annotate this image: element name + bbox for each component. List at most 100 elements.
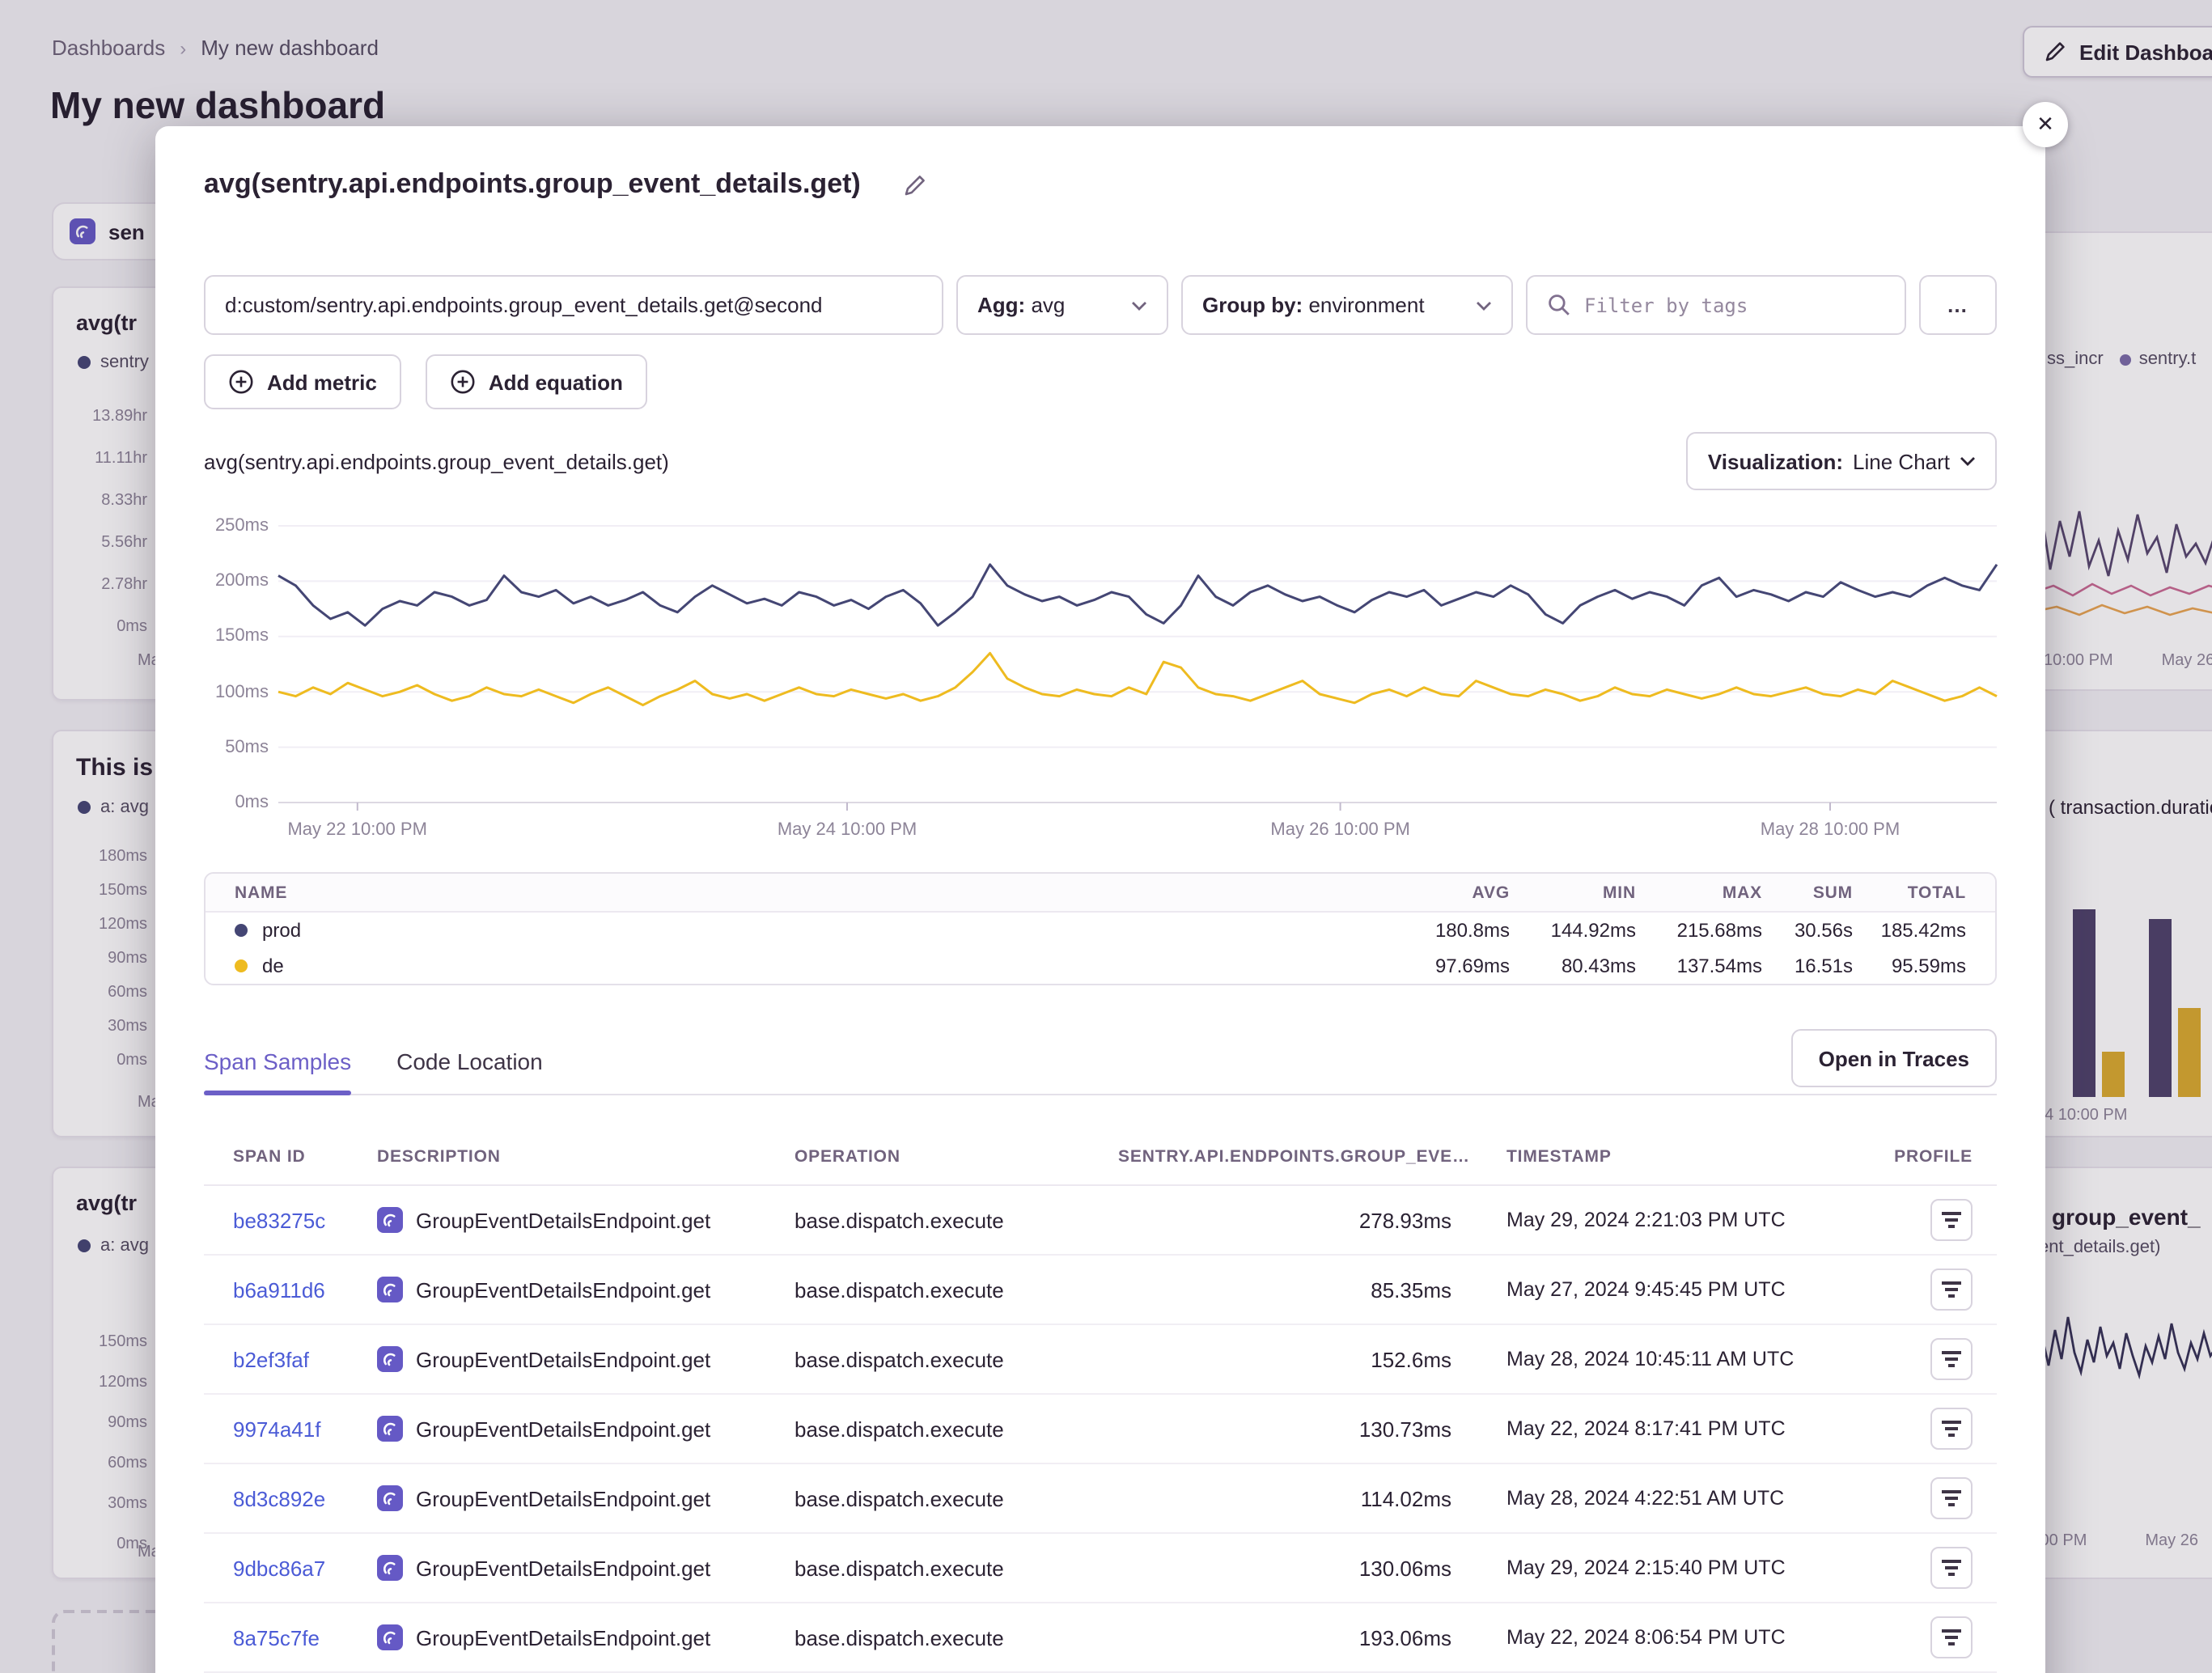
x-axis-label: May 26 10:00 PM — [1270, 820, 1409, 840]
span-description: GroupEventDetailsEndpoint.get — [377, 1624, 795, 1650]
summary-row[interactable]: de97.69ms80.43ms137.54ms16.51s95.59ms — [206, 948, 1995, 984]
metric-query-value: d:custom/sentry.api.endpoints.group_even… — [225, 293, 823, 317]
series-total: 95.59ms — [1853, 955, 1966, 977]
x-axis-label: May 28 10:00 PM — [1761, 820, 1900, 840]
profile-button[interactable] — [1930, 1547, 1973, 1589]
add-metric-button[interactable]: Add metric — [204, 354, 401, 409]
modal-title: avg(sentry.api.endpoints.group_event_det… — [204, 168, 861, 201]
samples-header-row: SPAN ID DESCRIPTION OPERATION SENTRY.API… — [204, 1128, 1997, 1186]
span-operation: base.dispatch.execute — [795, 1208, 1118, 1232]
y-axis-label: 100ms — [204, 682, 269, 701]
span-timestamp: May 27, 2024 9:45:45 PM UTC — [1451, 1278, 1827, 1301]
span-sample-row[interactable]: b6a911d6GroupEventDetailsEndpoint.getbas… — [204, 1256, 1997, 1325]
tab-span-samples[interactable]: Span Samples — [204, 1048, 351, 1094]
chart-series-label: avg(sentry.api.endpoints.group_event_det… — [204, 449, 669, 473]
span-sample-row[interactable]: be83275cGroupEventDetailsEndpoint.getbas… — [204, 1186, 1997, 1256]
sample-tabs: Span Samples Code Location Open in Trace… — [204, 1024, 1997, 1095]
tab-code-location[interactable]: Code Location — [396, 1048, 543, 1094]
span-description: GroupEventDetailsEndpoint.get — [377, 1277, 795, 1302]
summary-row[interactable]: prod180.8ms144.92ms215.68ms30.56s185.42m… — [206, 913, 1995, 948]
chevron-down-icon — [1131, 300, 1147, 310]
series-avg: 97.69ms — [1364, 955, 1510, 977]
span-duration: 152.6ms — [1118, 1347, 1451, 1371]
close-icon[interactable]: ✕ — [2023, 102, 2068, 147]
y-axis-label: 150ms — [204, 627, 269, 646]
span-operation: base.dispatch.execute — [795, 1277, 1118, 1302]
span-duration: 130.73ms — [1118, 1417, 1451, 1441]
profile-button[interactable] — [1930, 1408, 1973, 1450]
metric-query-input[interactable]: d:custom/sentry.api.endpoints.group_even… — [204, 275, 943, 335]
metric-line-chart[interactable]: 250ms200ms150ms100ms50ms0ms May 22 10:00… — [204, 516, 1997, 849]
span-sample-row[interactable]: 8a75c7feGroupEventDetailsEndpoint.getbas… — [204, 1603, 1997, 1673]
open-in-traces-button[interactable]: Open in Traces — [1791, 1029, 1997, 1087]
span-sample-row[interactable]: 9974a41fGroupEventDetailsEndpoint.getbas… — [204, 1395, 1997, 1464]
span-id-link[interactable]: 8d3c892e — [233, 1486, 377, 1510]
span-duration: 130.06ms — [1118, 1556, 1451, 1580]
legend-dot-icon — [235, 959, 248, 972]
span-samples-table: SPAN ID DESCRIPTION OPERATION SENTRY.API… — [204, 1128, 1997, 1673]
metric-details-modal: avg(sentry.api.endpoints.group_event_det… — [155, 126, 2045, 1673]
span-description: GroupEventDetailsEndpoint.get — [377, 1555, 795, 1581]
x-axis-label: May 22 10:00 PM — [287, 820, 426, 840]
span-operation: base.dispatch.execute — [795, 1417, 1118, 1441]
series-name: de — [206, 955, 1364, 977]
span-description: GroupEventDetailsEndpoint.get — [377, 1346, 795, 1372]
add-equation-button[interactable]: Add equation — [426, 354, 647, 409]
span-operation: base.dispatch.execute — [795, 1486, 1118, 1510]
profile-button[interactable] — [1930, 1616, 1973, 1658]
span-sample-row[interactable]: b2ef3fafGroupEventDetailsEndpoint.getbas… — [204, 1325, 1997, 1395]
visualization-label: Visualization: — [1708, 449, 1843, 473]
agg-label: Agg: — [977, 293, 1025, 317]
series-sum: 16.51s — [1762, 955, 1853, 977]
x-axis-label: May 24 10:00 PM — [778, 820, 917, 840]
visualization-value: Line Chart — [1853, 449, 1950, 473]
span-duration: 85.35ms — [1118, 1277, 1451, 1302]
series-max: 137.54ms — [1636, 955, 1762, 977]
search-icon — [1547, 293, 1571, 317]
span-timestamp: May 22, 2024 8:06:54 PM UTC — [1451, 1626, 1827, 1649]
y-axis-label: 250ms — [204, 516, 269, 536]
span-sample-row[interactable]: 8d3c892eGroupEventDetailsEndpoint.getbas… — [204, 1464, 1997, 1534]
group-by-select[interactable]: Group by: environment — [1181, 275, 1513, 335]
span-timestamp: May 29, 2024 2:15:40 PM UTC — [1451, 1557, 1827, 1579]
sentry-logo-icon — [377, 1624, 403, 1650]
filter-by-tags-input[interactable]: Filter by tags — [1526, 275, 1906, 335]
profile-button[interactable] — [1930, 1338, 1973, 1380]
series-name: prod — [206, 919, 1364, 942]
series-min: 80.43ms — [1510, 955, 1636, 977]
profile-button[interactable] — [1930, 1269, 1973, 1311]
aggregation-select[interactable]: Agg: avg — [956, 275, 1168, 335]
chevron-down-icon — [1960, 456, 1976, 466]
span-timestamp: May 22, 2024 8:17:41 PM UTC — [1451, 1417, 1827, 1440]
span-description: GroupEventDetailsEndpoint.get — [377, 1416, 795, 1442]
span-description: GroupEventDetailsEndpoint.get — [377, 1485, 795, 1511]
span-id-link[interactable]: 8a75c7fe — [233, 1625, 377, 1650]
span-id-link[interactable]: 9dbc86a7 — [233, 1556, 377, 1580]
span-id-link[interactable]: b2ef3faf — [233, 1347, 377, 1371]
span-duration: 278.93ms — [1118, 1208, 1451, 1232]
visualization-select[interactable]: Visualization: Line Chart — [1687, 432, 1997, 490]
span-id-link[interactable]: 9974a41f — [233, 1417, 377, 1441]
y-axis-label: 0ms — [204, 793, 269, 812]
more-options-button[interactable]: … — [1919, 275, 1997, 335]
span-description: GroupEventDetailsEndpoint.get — [377, 1207, 795, 1233]
group-by-label: Group by: — [1202, 293, 1303, 317]
edit-title-pencil-icon[interactable] — [903, 172, 927, 197]
span-operation: base.dispatch.execute — [795, 1347, 1118, 1371]
legend-dot-icon — [235, 924, 248, 937]
profile-button[interactable] — [1930, 1199, 1973, 1241]
span-duration: 193.06ms — [1118, 1625, 1451, 1650]
span-id-link[interactable]: be83275c — [233, 1208, 377, 1232]
span-operation: base.dispatch.execute — [795, 1556, 1118, 1580]
filter-placeholder: Filter by tags — [1584, 294, 1748, 316]
span-sample-row[interactable]: 9dbc86a7GroupEventDetailsEndpoint.getbas… — [204, 1534, 1997, 1603]
summary-header-row: NAME AVG MIN MAX SUM TOTAL — [206, 874, 1995, 913]
span-duration: 114.02ms — [1118, 1486, 1451, 1510]
span-id-link[interactable]: b6a911d6 — [233, 1277, 377, 1302]
sentry-logo-icon — [377, 1416, 403, 1442]
profile-button[interactable] — [1930, 1477, 1973, 1519]
series-max: 215.68ms — [1636, 919, 1762, 942]
agg-value: avg — [1031, 293, 1065, 317]
span-timestamp: May 29, 2024 2:21:03 PM UTC — [1451, 1209, 1827, 1231]
series-summary-table: NAME AVG MIN MAX SUM TOTAL prod180.8ms14… — [204, 872, 1997, 985]
